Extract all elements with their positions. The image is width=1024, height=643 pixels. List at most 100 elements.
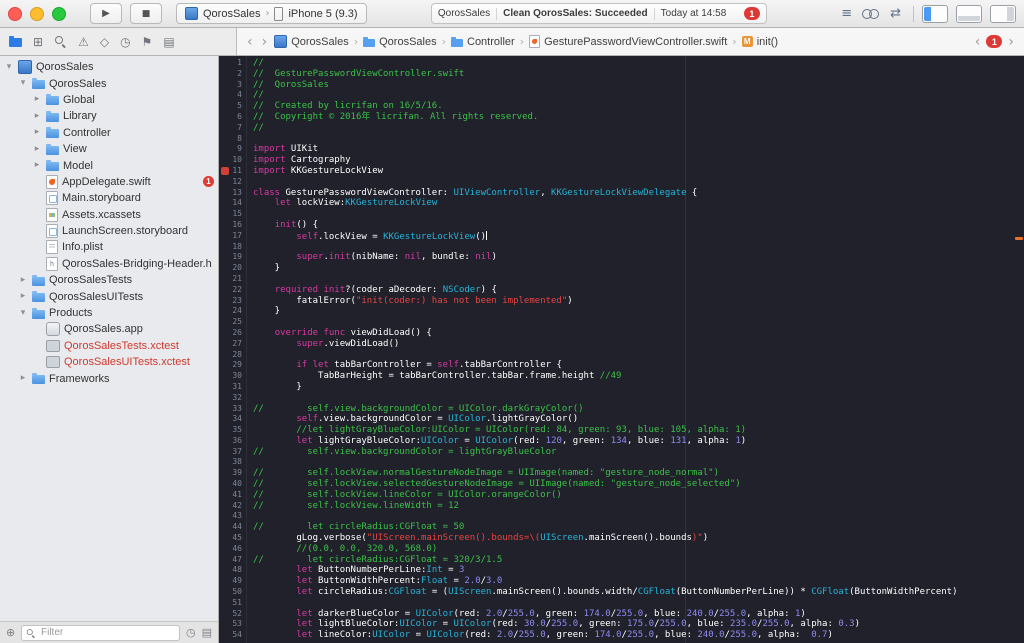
- tree-row[interactable]: ▸ Global: [0, 92, 218, 108]
- editor-scrollbar[interactable]: [1014, 56, 1024, 643]
- tree-row[interactable]: ▸ Frameworks: [0, 370, 218, 386]
- scrollbar-issue-marker[interactable]: [1015, 237, 1023, 240]
- breadcrumb-label: GesturePasswordViewController.swift: [544, 35, 728, 48]
- tree-item-label: Info.plist: [62, 241, 103, 254]
- tree-row[interactable]: QorosSalesTests.xctest: [0, 338, 218, 354]
- filter-field: [21, 624, 180, 641]
- tree-row[interactable]: LaunchScreen.storyboard: [0, 223, 218, 239]
- zoom-window-button[interactable]: [52, 6, 66, 21]
- disclosure-triangle[interactable]: ▸: [18, 275, 28, 285]
- tree-row[interactable]: ▾ QorosSales: [0, 59, 218, 75]
- breakpoint-navigator-icon[interactable]: ⚑: [142, 36, 153, 48]
- forward-button[interactable]: ›: [260, 35, 270, 49]
- find-navigator-icon[interactable]: [54, 35, 67, 48]
- source-editor[interactable]: 1 2 3 4 5 6 7 8 9 10 11 12 13 14 15 16 17 18 19 20 21 22 23 24 2…: [219, 56, 1024, 643]
- search-icon: [26, 628, 33, 636]
- tree-item-label: Products: [49, 307, 93, 320]
- toggle-utilities-button[interactable]: [990, 4, 1016, 23]
- disclosure-triangle[interactable]: ▸: [32, 144, 42, 154]
- code-lines[interactable]: //// GesturePasswordViewController.swift…: [247, 56, 1024, 643]
- add-filter-icon[interactable]: ⊕: [6, 627, 15, 638]
- symbol-navigator-icon[interactable]: ⊞: [33, 36, 43, 48]
- project-icon: [18, 60, 32, 75]
- disclosure-triangle[interactable]: ▸: [32, 128, 42, 137]
- second-toolbar-row: ⊞ ⚠ ◇ ◷ ⚑ ▤ ‹ › QorosSales › QorosSales › Control…: [0, 28, 1024, 56]
- breadcrumb-label: init(): [756, 35, 779, 48]
- breadcrumb-item[interactable]: Controller: [451, 36, 515, 48]
- disclosure-triangle[interactable]: ▾: [18, 79, 28, 88]
- disclosure-triangle[interactable]: ▸: [32, 161, 42, 170]
- tree-row[interactable]: Info.plist: [0, 239, 218, 255]
- close-window-button[interactable]: [8, 6, 22, 21]
- stop-button[interactable]: ■: [130, 3, 162, 24]
- tree-item-label: AppDelegate.swift: [62, 175, 151, 188]
- device-icon: [274, 6, 284, 21]
- breadcrumb: QorosSales › QorosSales › Controller › Gesture…: [274, 35, 778, 48]
- scheme-name: QorosSales: [203, 7, 261, 20]
- tree-row[interactable]: h QorosSales-Bridging-Header.h: [0, 256, 218, 272]
- tree-row[interactable]: ▸ Model: [0, 157, 218, 173]
- breadcrumb-item[interactable]: Minit(): [741, 35, 779, 48]
- standard-editor-button[interactable]: ≡: [841, 7, 852, 20]
- tree-row[interactable]: AppDelegate.swift 1: [0, 174, 218, 190]
- disclosure-triangle[interactable]: ▾: [4, 62, 14, 72]
- disclosure-triangle[interactable]: ▸: [32, 111, 42, 121]
- scheme-selector[interactable]: QorosSales › iPhone 5 (9.3): [176, 3, 367, 24]
- previous-issue-button[interactable]: ‹: [973, 35, 983, 49]
- run-button[interactable]: ▶: [90, 3, 122, 24]
- disclosure-triangle[interactable]: ▾: [18, 308, 28, 318]
- disclosure-triangle[interactable]: ▸: [32, 95, 42, 104]
- debug-navigator-icon[interactable]: ◷: [120, 36, 130, 48]
- tree-row[interactable]: QorosSales.app: [0, 321, 218, 337]
- tree-row[interactable]: ▸ Library: [0, 108, 218, 124]
- breadcrumb-item[interactable]: QorosSales: [274, 35, 349, 48]
- issue-count-badge[interactable]: 1: [986, 35, 1003, 48]
- divider: [496, 7, 498, 20]
- folder-icon: [46, 127, 59, 139]
- error-count-badge[interactable]: 1: [743, 7, 760, 20]
- tree-item-label: Frameworks: [49, 372, 110, 385]
- test-navigator-icon[interactable]: ◇: [100, 36, 109, 48]
- disclosure-triangle[interactable]: ▸: [18, 374, 28, 383]
- activity-time: Today at 14:58: [660, 8, 727, 19]
- project-navigator-icon[interactable]: [9, 36, 22, 47]
- issue-navigator-icon[interactable]: ⚠: [78, 36, 89, 48]
- navigator-filter-bar: ⊕ ◷ ▤: [0, 621, 218, 643]
- tree-row[interactable]: ▸ Controller: [0, 125, 218, 141]
- tree-item-label: QorosSalesUITests: [49, 290, 144, 303]
- scm-status-icon[interactable]: ▤: [202, 627, 212, 638]
- report-navigator-icon[interactable]: ▤: [163, 36, 174, 48]
- breadcrumb-label: QorosSales: [291, 35, 349, 48]
- plist-icon: [46, 240, 58, 255]
- toggle-navigator-button[interactable]: [922, 4, 948, 23]
- activity-viewer: QorosSales Clean QorosSales: Succeeded T…: [430, 3, 767, 24]
- tree-row[interactable]: ▸ View: [0, 141, 218, 157]
- next-issue-button[interactable]: ›: [1006, 35, 1016, 49]
- tree-row[interactable]: ▸ QorosSalesTests: [0, 272, 218, 288]
- breadcrumb-item[interactable]: QorosSales: [363, 36, 437, 48]
- toggle-debug-area-button[interactable]: [956, 4, 982, 23]
- assistant-editor-button[interactable]: [862, 8, 880, 20]
- minimize-window-button[interactable]: [30, 6, 44, 21]
- line-number-gutter: 1 2 3 4 5 6 7 8 9 10 11 12 13 14 15 16 17 18 19 20 21 22 23 24 2…: [219, 56, 247, 643]
- tree-item-label: Assets.xcassets: [62, 208, 141, 221]
- breadcrumb-item[interactable]: GesturePasswordViewController.swift: [529, 35, 727, 48]
- tree-item-label: Library: [63, 110, 97, 123]
- tree-row[interactable]: ▸ QorosSalesUITests: [0, 288, 218, 304]
- tree-row[interactable]: ▾ Products: [0, 305, 218, 321]
- tree-row[interactable]: QorosSalesUITests.xctest: [0, 354, 218, 370]
- divider: [913, 5, 914, 22]
- project-icon: [274, 35, 288, 48]
- version-editor-button[interactable]: ⇄: [890, 7, 901, 20]
- divider: [653, 7, 655, 20]
- breadcrumb-separator: ›: [441, 35, 446, 48]
- tree-row[interactable]: Main.storyboard: [0, 190, 218, 206]
- breadcrumb-separator: ›: [519, 35, 525, 48]
- back-button[interactable]: ‹: [245, 35, 255, 49]
- tree-row[interactable]: Assets.xcassets: [0, 207, 218, 223]
- filter-input[interactable]: [38, 626, 175, 639]
- header-icon: h: [46, 256, 58, 271]
- tree-row[interactable]: ▾ QorosSales: [0, 75, 218, 91]
- recent-files-icon[interactable]: ◷: [186, 627, 196, 638]
- disclosure-triangle[interactable]: ▸: [18, 292, 28, 301]
